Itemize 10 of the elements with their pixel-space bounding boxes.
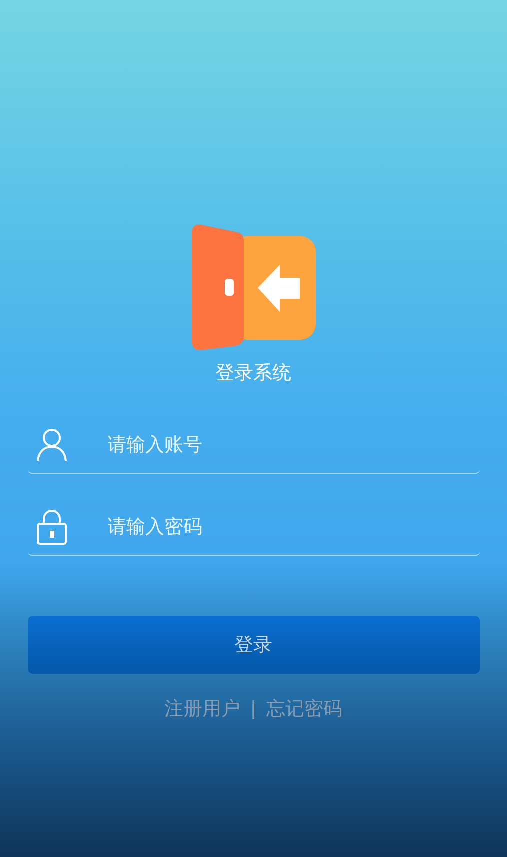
password-field[interactable]: 请输入密码 bbox=[106, 514, 480, 538]
login-button[interactable]: 登录 bbox=[28, 616, 480, 674]
door-exit-logo-icon bbox=[192, 224, 316, 352]
user-icon bbox=[36, 426, 68, 462]
app-title: 登录系统 bbox=[216, 361, 292, 386]
lock-icon bbox=[36, 508, 68, 544]
account-field[interactable]: 请输入账号 bbox=[106, 432, 480, 456]
link-separator: | bbox=[250, 698, 257, 720]
text-link[interactable]: 忘记密码 bbox=[266, 696, 343, 722]
text-link[interactable]: 注册用户 bbox=[164, 696, 240, 722]
